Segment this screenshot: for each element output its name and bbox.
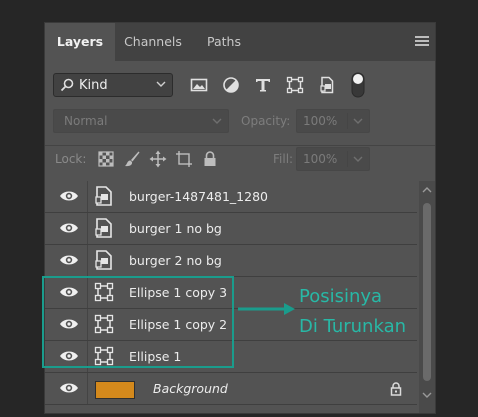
layers-scrollbar[interactable] bbox=[419, 181, 435, 413]
layer-name: Background bbox=[153, 381, 228, 396]
lock-all-icon[interactable] bbox=[201, 150, 219, 168]
smart-object-thumbnail-icon bbox=[95, 250, 112, 270]
lock-row: Lock: Fill: 100% bbox=[53, 147, 427, 171]
fill-field[interactable]: 100% bbox=[296, 147, 370, 171]
row-separator bbox=[87, 181, 88, 212]
tab-layers[interactable]: Layers bbox=[45, 23, 115, 61]
lock-label: Lock: bbox=[55, 152, 87, 166]
visibility-eye-icon[interactable] bbox=[59, 189, 79, 203]
opacity-separator bbox=[347, 113, 348, 129]
layer-name: burger 1 no bg bbox=[129, 221, 222, 236]
smart-object-filter-icon[interactable] bbox=[317, 75, 337, 95]
layer-row[interactable]: burger 2 no bg bbox=[45, 245, 417, 277]
scroll-up-icon[interactable] bbox=[422, 186, 432, 194]
type-filter-icon[interactable] bbox=[253, 75, 273, 95]
image-filter-icon[interactable] bbox=[189, 75, 209, 95]
filter-toggle-icon[interactable] bbox=[351, 72, 365, 98]
blend-mode-select[interactable]: Normal bbox=[53, 109, 229, 133]
opacity-label: Opacity: bbox=[241, 114, 291, 128]
chevron-down-icon bbox=[353, 118, 363, 124]
filter-kind-label: Kind bbox=[79, 78, 108, 93]
divider bbox=[45, 145, 435, 146]
lock-artboard-icon[interactable] bbox=[175, 150, 193, 168]
tab-channels[interactable]: Channels bbox=[115, 23, 191, 61]
lock-icon[interactable] bbox=[389, 382, 403, 396]
search-icon bbox=[60, 78, 74, 92]
layer-row[interactable]: burger 1 no bg bbox=[45, 213, 417, 245]
adjustment-filter-icon[interactable] bbox=[221, 75, 241, 95]
lock-transparent-pixels-icon[interactable] bbox=[97, 150, 115, 168]
panel-tab-bar: Layers Channels Paths bbox=[45, 23, 435, 61]
row-separator bbox=[87, 373, 88, 404]
chevron-down-icon bbox=[156, 81, 166, 87]
fill-value: 100% bbox=[303, 152, 338, 166]
layer-name: burger 2 no bg bbox=[129, 253, 222, 268]
smart-object-thumbnail-icon bbox=[95, 218, 112, 238]
fill-label: Fill: bbox=[273, 152, 294, 166]
visibility-eye-icon[interactable] bbox=[59, 221, 79, 235]
selection-highlight-box bbox=[42, 276, 234, 368]
opacity-field[interactable]: 100% bbox=[296, 109, 370, 133]
visibility-eye-icon[interactable] bbox=[59, 253, 79, 267]
background-thumbnail bbox=[95, 381, 135, 399]
opacity-value: 100% bbox=[303, 114, 338, 128]
row-separator bbox=[87, 245, 88, 276]
row-separator bbox=[87, 213, 88, 244]
visibility-eye-icon[interactable] bbox=[59, 381, 79, 395]
lock-image-pixels-icon[interactable] bbox=[123, 150, 141, 168]
tab-paths[interactable]: Paths bbox=[191, 23, 257, 61]
blend-row: Normal Opacity: 100% bbox=[53, 109, 427, 133]
panel-menu-icon[interactable] bbox=[415, 36, 429, 48]
chevron-down-icon bbox=[353, 156, 363, 162]
layer-row[interactable]: burger-1487481_1280 bbox=[45, 181, 417, 213]
layer-filter-row: Kind bbox=[53, 72, 427, 98]
scrollbar-thumb[interactable] bbox=[423, 203, 431, 381]
blend-mode-value: Normal bbox=[64, 114, 108, 128]
filter-kind-select[interactable]: Kind bbox=[53, 73, 173, 97]
lock-position-icon[interactable] bbox=[149, 150, 167, 168]
scroll-down-icon[interactable] bbox=[422, 391, 432, 399]
fill-separator bbox=[347, 151, 348, 167]
annotation-line-2: Di Turunkan bbox=[299, 316, 407, 337]
chevron-down-icon bbox=[212, 118, 222, 124]
layer-name: burger-1487481_1280 bbox=[129, 189, 268, 204]
annotation-line-1: Posisinya bbox=[299, 286, 383, 307]
arrow-right-icon bbox=[238, 303, 295, 315]
layer-row[interactable]: Background bbox=[45, 373, 417, 405]
smart-object-thumbnail-icon bbox=[95, 186, 112, 206]
shape-filter-icon[interactable] bbox=[285, 75, 305, 95]
